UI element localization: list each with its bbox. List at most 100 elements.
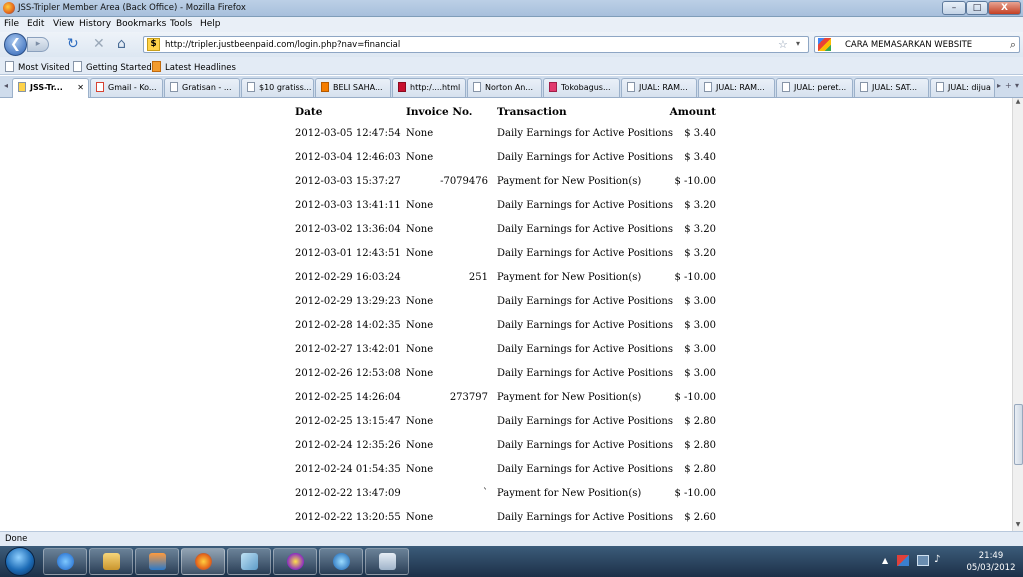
tab-10-gratis[interactable]: $10 gratiss... [241, 78, 314, 97]
menu-edit[interactable]: Edit [27, 19, 44, 29]
cell-amount: $ 2.80 [684, 440, 716, 451]
clock-date[interactable]: 05/03/2012 [962, 563, 1020, 573]
tab-label: Norton An... [485, 83, 533, 92]
tab-jual-sat[interactable]: JUAL: SAT... [854, 78, 929, 97]
scroll-up-icon[interactable]: ▲ [1013, 98, 1023, 108]
maximize-button[interactable]: □ [966, 1, 988, 15]
tab-label: http:/....html [410, 83, 461, 92]
table-row: 2012-02-24 12:35:26 None Daily Earnings fo… [0, 440, 1012, 464]
forward-icon[interactable]: ▸ [27, 37, 49, 52]
url-bar[interactable]: $ http://tripler.justbeenpaid.com/login.… [143, 36, 809, 53]
url-text[interactable]: http://tripler.justbeenpaid.com/login.ph… [165, 40, 400, 50]
tab-gmail[interactable]: Gmail - Ko... [90, 78, 163, 97]
stop-icon[interactable]: ✕ [93, 37, 105, 51]
table-row: 2012-02-27 13:42:01 None Daily Earnings fo… [0, 344, 1012, 368]
page-icon [73, 61, 82, 72]
site-icon [398, 82, 406, 92]
cell-invoice: None [406, 152, 434, 163]
tab-beli-saham[interactable]: BELI SAHA... [315, 78, 391, 97]
status-bar: Done [0, 531, 1023, 546]
firefox-taskbar-icon[interactable] [181, 548, 225, 575]
close-icon[interactable]: ✕ [77, 79, 84, 96]
cell-amount: $ 3.40 [684, 128, 716, 139]
table-row: 2012-02-22 13:20:55 None Daily Earnings fo… [0, 512, 1012, 531]
tab-jual-peret[interactable]: JUAL: peret... [776, 78, 853, 97]
menu-file[interactable]: File [4, 19, 19, 29]
network-icon[interactable] [917, 555, 929, 566]
table-row: 2012-02-29 16:03:24 251 Payment for New Po… [0, 272, 1012, 296]
start-orb-icon[interactable] [5, 547, 35, 576]
new-tab-icon[interactable]: + [1005, 81, 1012, 90]
menu-history[interactable]: History [79, 19, 111, 29]
table-row: 2012-02-22 13:47:09 ` Payment for New Posi… [0, 488, 1012, 512]
menu-view[interactable]: View [53, 19, 74, 29]
clock-time[interactable]: 21:49 [962, 551, 1020, 561]
scroll-thumb[interactable] [1014, 404, 1023, 465]
cell-date: 2012-02-22 13:47:09 [295, 488, 401, 499]
tab-list-icon[interactable]: ▾ [1015, 81, 1019, 90]
page-content: Date Invoice No. Transaction Amount 2012… [0, 98, 1012, 531]
tab-gratisan[interactable]: Gratisan - ... [164, 78, 240, 97]
cell-date: 2012-02-28 14:02:35 [295, 320, 401, 331]
back-icon[interactable]: ❮ [4, 33, 27, 56]
close-button[interactable]: X [988, 1, 1021, 15]
volume-icon[interactable]: ♪ [934, 554, 940, 565]
cell-amount: $ -10.00 [674, 488, 716, 499]
notepad-icon[interactable] [227, 548, 271, 575]
firefox-icon [3, 2, 15, 14]
explorer-icon[interactable] [89, 548, 133, 575]
globe-icon[interactable] [319, 548, 363, 575]
table-row: 2012-03-04 12:46:03 None Daily Earnings fo… [0, 152, 1012, 176]
bookmark-latest-headlines[interactable]: Latest Headlines [152, 61, 236, 73]
google-icon[interactable] [818, 38, 831, 51]
tray-expand-icon[interactable]: ▲ [882, 556, 888, 565]
cell-amount: $ -10.00 [674, 176, 716, 187]
search-icon[interactable]: ⌕ [1010, 38, 1016, 52]
cell-date: 2012-03-04 12:46:03 [295, 152, 401, 163]
reload-icon[interactable]: ↻ [67, 37, 79, 51]
search-input[interactable]: CARA MEMASARKAN WEBSITE ⌕ [814, 36, 1020, 53]
tab-jual-ram-2[interactable]: JUAL: RAM... [698, 78, 775, 97]
scroll-down-icon[interactable]: ▼ [1013, 521, 1023, 531]
cell-invoice: ` [483, 488, 488, 499]
tab-bar: ◂ JSS-Tr... ✕ Gmail - Ko... Gratisan - ..… [0, 76, 1023, 98]
tab-label: BELI SAHA... [333, 83, 383, 92]
cell-date: 2012-03-01 12:43:51 [295, 248, 401, 259]
ie-icon[interactable] [43, 548, 87, 575]
page-icon [782, 82, 790, 92]
star-icon[interactable]: ☆ [778, 38, 788, 51]
tab-jual-dijual[interactable]: JUAL: dijua [930, 78, 995, 97]
vertical-scrollbar[interactable]: ▲ ▼ [1012, 98, 1023, 531]
tab-scroll-left-icon[interactable]: ◂ [4, 81, 8, 90]
firefox-glyph [195, 553, 212, 570]
calculator-icon[interactable] [365, 548, 409, 575]
search-text[interactable]: CARA MEMASARKAN WEBSITE [845, 40, 972, 50]
menu-help[interactable]: Help [200, 19, 221, 29]
status-text: Done [5, 534, 28, 544]
cell-invoice: 251 [468, 272, 488, 283]
tab-norton[interactable]: Norton An... [467, 78, 542, 97]
cell-amount: $ 2.60 [684, 512, 716, 523]
cell-transaction: Daily Earnings for Active Positions [497, 200, 673, 211]
cell-transaction: Daily Earnings for Active Positions [497, 440, 673, 451]
minimize-button[interactable]: – [942, 1, 966, 15]
media-player-icon[interactable] [135, 548, 179, 575]
menu-bookmarks[interactable]: Bookmarks [116, 19, 166, 29]
menu-tools[interactable]: Tools [170, 19, 192, 29]
tab-http-html[interactable]: http:/....html [392, 78, 466, 97]
tab-jss-tripler[interactable]: JSS-Tr... ✕ [12, 78, 89, 98]
tab-jual-ram-1[interactable]: JUAL: RAM... [621, 78, 697, 97]
action-center-icon[interactable] [897, 555, 909, 566]
bookmark-getting-started[interactable]: Getting Started [73, 61, 152, 73]
tab-scroll-right-icon[interactable]: ▸ [997, 81, 1001, 90]
tab-tokobagus[interactable]: Tokobagus... [543, 78, 620, 97]
table-row: 2012-02-28 14:02:35 None Daily Earnings fo… [0, 320, 1012, 344]
site-identity-icon[interactable]: $ [147, 38, 160, 51]
cell-transaction: Payment for New Position(s) [497, 272, 642, 283]
bookmark-most-visited[interactable]: Most Visited [5, 61, 70, 73]
window-titlebar: JSS-Tripler Member Area (Back Office) - … [0, 0, 1023, 17]
home-icon[interactable]: ⌂ [117, 37, 126, 51]
table-row: 2012-03-03 15:37:27 -7079476 Payment for N… [0, 176, 1012, 200]
chevron-down-icon[interactable]: ▾ [796, 39, 800, 48]
yahoo-messenger-icon[interactable] [273, 548, 317, 575]
